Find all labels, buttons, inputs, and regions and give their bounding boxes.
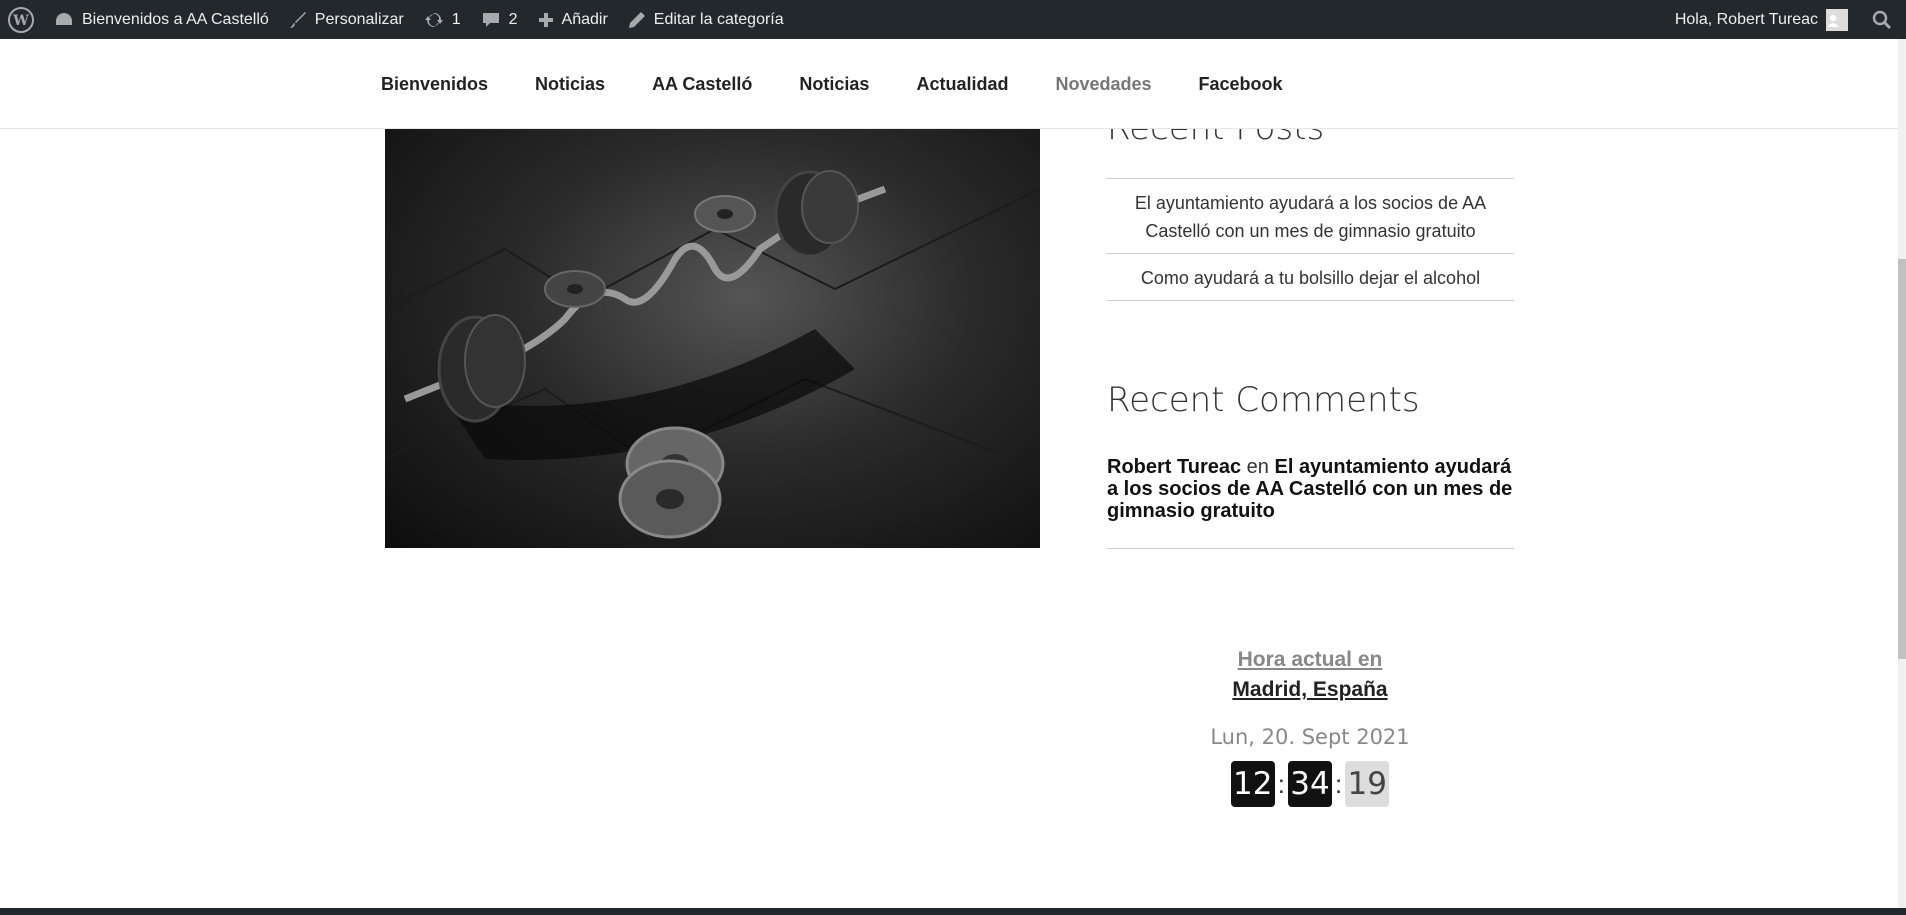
- recent-posts-list: El ayuntamiento ayudará a los socios de …: [1107, 178, 1514, 301]
- customize-label: Personalizar: [314, 10, 404, 28]
- user-greeting: Hola, Robert Tureac: [1674, 10, 1818, 28]
- wordpress-logo-button[interactable]: W: [0, 0, 44, 39]
- svg-text:W: W: [12, 13, 29, 29]
- pencil-icon: [628, 11, 645, 28]
- customize-button[interactable]: Personalizar: [279, 0, 414, 39]
- scrollbar-thumb[interactable]: [1898, 259, 1906, 659]
- clock-hours: 12: [1230, 761, 1275, 807]
- nav-item-aa-castello[interactable]: AA Castelló: [652, 74, 752, 95]
- add-new-button[interactable]: Añadir: [528, 0, 618, 39]
- comment-connector: en: [1246, 456, 1269, 478]
- clock-date: Lun, 20. Sept 2021: [1210, 725, 1410, 749]
- clock-separator: :: [1335, 768, 1343, 799]
- search-button[interactable]: [1862, 0, 1906, 39]
- comment-icon: [482, 12, 499, 27]
- clock-location-link[interactable]: Madrid, España: [1232, 678, 1387, 701]
- edit-category-label: Editar la categoría: [653, 10, 784, 28]
- site-name-label: Bienvenidos a AA Castelló: [82, 10, 269, 28]
- search-icon: [1872, 10, 1892, 29]
- comments-count: 2: [508, 10, 518, 28]
- comments-button[interactable]: 2: [471, 0, 528, 39]
- user-account-button[interactable]: Hola, Robert Tureac: [1665, 0, 1862, 39]
- clock-title: Hora actual en Madrid, España: [1190, 645, 1430, 705]
- page-content: Recent Posts El ayuntamiento ayudará a l…: [0, 0, 1898, 915]
- nav-item-novedades[interactable]: Novedades: [1055, 74, 1151, 95]
- admin-bar: W Bienvenidos a AA Castelló Personalizar…: [0, 0, 1906, 39]
- site-name-button[interactable]: Bienvenidos a AA Castelló: [44, 0, 279, 39]
- updates-button[interactable]: 1: [414, 0, 471, 39]
- dashboard-icon: [56, 12, 72, 25]
- edit-category-button[interactable]: Editar la categoría: [618, 0, 794, 39]
- bottom-bar: [0, 908, 1906, 915]
- recent-comments-heading: Recent Comments: [1107, 380, 1420, 420]
- clock-minutes: 34: [1288, 761, 1332, 807]
- main-navigation: Bienvenidos Noticias AA Castelló Noticia…: [0, 39, 1898, 129]
- wordpress-icon: W: [8, 6, 34, 33]
- comment-author-link[interactable]: Robert Tureac: [1107, 456, 1241, 478]
- brush-icon: [289, 11, 306, 28]
- nav-item-noticias[interactable]: Noticias: [535, 74, 605, 95]
- updates-icon: [424, 12, 443, 27]
- clock-digits: 12 : 34 : 19: [1190, 761, 1430, 807]
- nav-item-noticias-2[interactable]: Noticias: [799, 74, 869, 95]
- updates-count: 1: [451, 10, 461, 28]
- recent-comment-item: Robert Tureac en El ayuntamiento ayudará…: [1107, 456, 1514, 549]
- plus-icon: [538, 12, 553, 27]
- clock-separator: :: [1277, 768, 1285, 799]
- nav-item-actualidad[interactable]: Actualidad: [916, 74, 1008, 95]
- avatar: [1826, 8, 1848, 31]
- nav-item-facebook[interactable]: Facebook: [1199, 74, 1283, 95]
- barbell-photo: [385, 129, 1040, 548]
- recent-post-link[interactable]: El ayuntamiento ayudará a los socios de …: [1107, 179, 1514, 254]
- clock-title-link[interactable]: Hora actual en: [1238, 648, 1383, 671]
- clock-widget: Hora actual en Madrid, España Lun, 20. S…: [1190, 645, 1430, 807]
- nav-item-bienvenidos[interactable]: Bienvenidos: [381, 74, 488, 95]
- scrollbar[interactable]: [1898, 39, 1906, 915]
- add-new-label: Añadir: [561, 10, 608, 28]
- clock-seconds: 19: [1345, 761, 1390, 807]
- recent-post-link[interactable]: Como ayudará a tu bolsillo dejar el alco…: [1107, 254, 1514, 301]
